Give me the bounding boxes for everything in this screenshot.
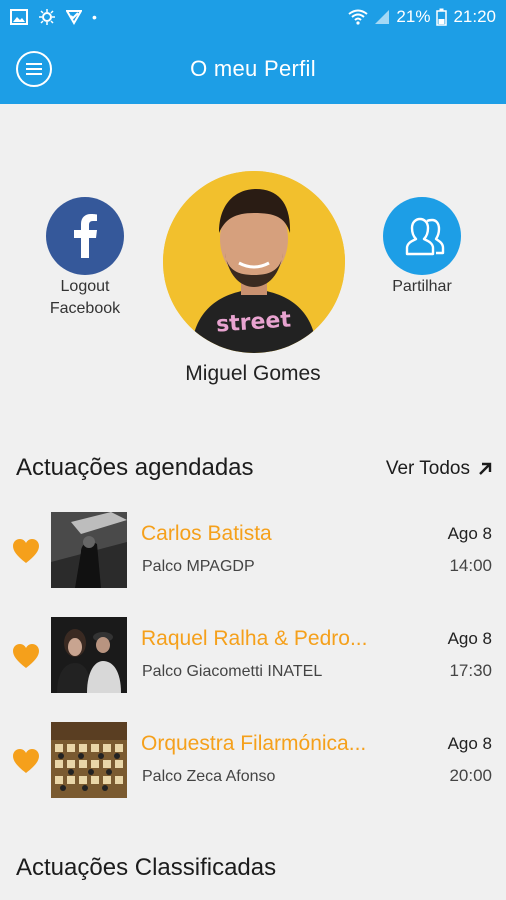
event-stage: Palco Giacometti INATEL xyxy=(142,663,323,680)
app-bar: O meu Perfil xyxy=(0,34,506,104)
event-time: 20:00 xyxy=(449,766,492,785)
menu-icon xyxy=(26,63,42,75)
event-thumbnail xyxy=(51,512,127,588)
rated-section-title: Actuações Classificadas xyxy=(16,854,277,881)
see-all-label: Ver Todos xyxy=(385,458,470,479)
heart-icon[interactable] xyxy=(12,538,40,564)
page-title: O meu Perfil xyxy=(190,56,316,81)
users-icon xyxy=(405,217,445,256)
list-item[interactable]: Carlos Batista Palco MPAGDP Ago 8 14:00 xyxy=(0,512,506,592)
event-stage: Palco Zeca Afonso xyxy=(142,768,276,785)
scheduled-section-title: Actuações agendadas xyxy=(16,454,254,481)
event-thumbnail xyxy=(51,617,127,693)
dot-icon: • xyxy=(92,9,97,25)
event-photo xyxy=(51,722,127,798)
wifi-icon xyxy=(348,9,369,25)
profile-section: Logout Facebook street Miguel Gomes Part… xyxy=(0,104,506,404)
user-name: Miguel Gomes xyxy=(185,362,321,385)
event-date: Ago 8 xyxy=(447,629,492,648)
avatar: street xyxy=(163,171,345,353)
facebook-label-line2: Facebook xyxy=(49,300,121,317)
status-right: 21% 21:20 xyxy=(348,7,496,27)
heart-icon[interactable] xyxy=(12,748,40,774)
arrow-up-right-icon xyxy=(479,462,492,475)
facebook-logout-button[interactable] xyxy=(46,197,124,275)
battery-icon xyxy=(436,8,448,26)
share-label: Partilhar xyxy=(392,278,452,295)
facebook-logout-label: Logout Facebook xyxy=(30,276,140,320)
status-bar: • 21% 21:20 xyxy=(0,0,506,34)
event-time: 14:00 xyxy=(449,556,492,575)
clock: 21:20 xyxy=(453,7,496,26)
signal-icon xyxy=(375,10,390,24)
facebook-label-line1: Logout xyxy=(60,278,110,295)
event-title: Orquestra Filarmónica... xyxy=(141,732,367,755)
event-stage: Palco MPAGDP xyxy=(142,558,255,575)
status-left: • xyxy=(10,8,97,26)
heart-icon[interactable] xyxy=(12,643,40,669)
menu-button[interactable] xyxy=(16,51,52,87)
list-item[interactable]: Orquestra Filarmónica... Palco Zeca Afon… xyxy=(0,722,506,802)
event-photo xyxy=(51,512,127,588)
event-time: 17:30 xyxy=(449,661,492,680)
event-title: Carlos Batista xyxy=(141,522,272,545)
svg-text:street: street xyxy=(215,307,292,337)
event-photo xyxy=(51,617,127,693)
user-photo: street xyxy=(163,171,345,353)
share-button[interactable] xyxy=(383,197,461,275)
battery-percent: 21% xyxy=(396,7,431,26)
facebook-icon xyxy=(74,214,97,258)
list-item[interactable]: Raquel Ralha & Pedro... Palco Giacometti… xyxy=(0,617,506,697)
see-all-link[interactable]: Ver Todos xyxy=(386,458,492,480)
event-thumbnail xyxy=(51,722,127,798)
event-date: Ago 8 xyxy=(447,734,492,753)
brightness-icon xyxy=(39,9,55,25)
app-notification-icon xyxy=(66,10,82,25)
event-title: Raquel Ralha & Pedro... xyxy=(141,627,368,650)
event-date: Ago 8 xyxy=(447,524,492,543)
gallery-icon xyxy=(10,9,28,25)
